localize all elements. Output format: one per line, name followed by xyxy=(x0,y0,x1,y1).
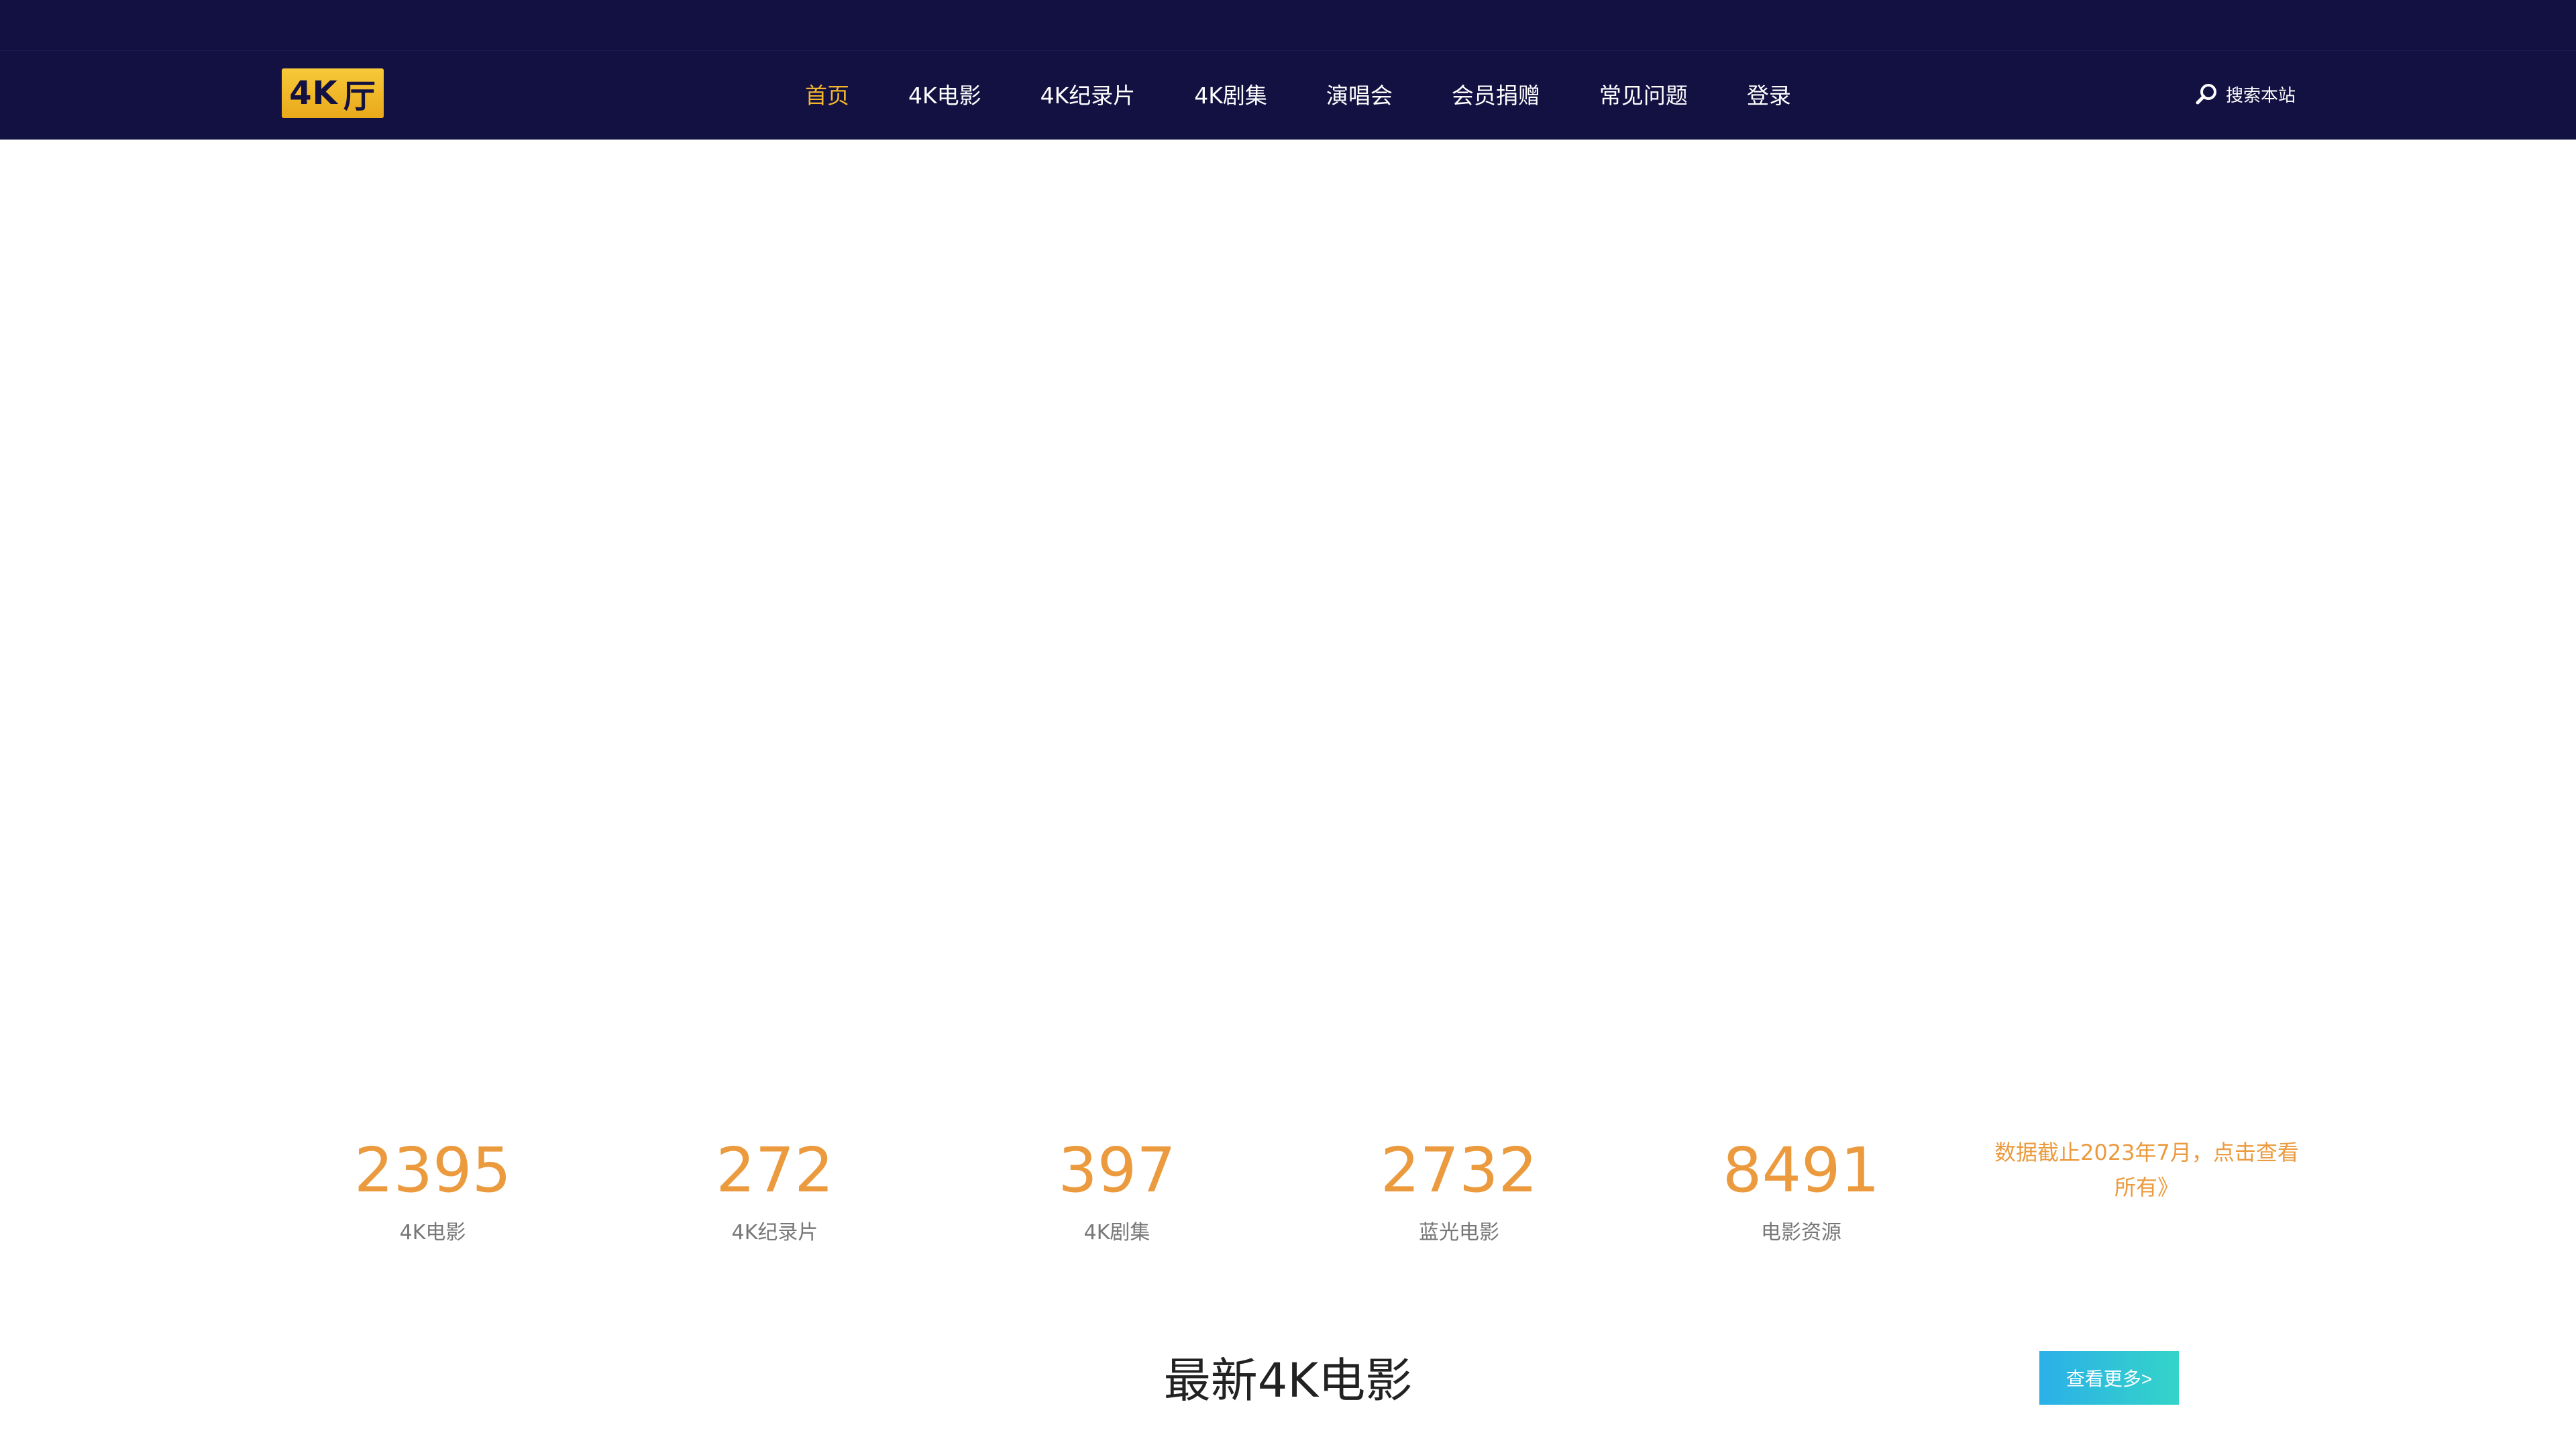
logo-text-ting: 厅 xyxy=(343,78,376,115)
header-top-strip xyxy=(0,0,2576,51)
nav-item-faq[interactable]: 常见问题 xyxy=(1599,78,1688,110)
search-icon xyxy=(2196,84,2216,105)
stat-label: 4K剧集 xyxy=(1083,1221,1150,1244)
stat-value: 2732 xyxy=(1380,1134,1538,1206)
nav-item-4k-series[interactable]: 4K剧集 xyxy=(1194,78,1267,110)
stat-movie-resources: 8491 电影资源 xyxy=(1667,1134,1935,1246)
site-logo[interactable]: 4K 厅 xyxy=(282,68,384,118)
stat-4k-documentaries: 272 4K纪录片 xyxy=(641,1134,909,1246)
nav-item-login[interactable]: 登录 xyxy=(1747,78,1791,110)
stats-view-all-link[interactable]: 数据截止2023年7月，点击查看所有》 xyxy=(1992,1135,2301,1205)
stat-4k-series: 397 4K剧集 xyxy=(983,1134,1251,1246)
stat-label: 4K纪录片 xyxy=(731,1221,818,1244)
nav-item-4k-documentaries[interactable]: 4K纪录片 xyxy=(1040,78,1136,110)
stat-value: 8491 xyxy=(1722,1134,1880,1206)
section-title-latest-4k: 最新4K电影 xyxy=(1163,1353,1413,1408)
search-button[interactable]: 搜索本站 xyxy=(2195,79,2296,109)
banner-area xyxy=(0,140,2576,1106)
main-nav: 首页 4K电影 4K纪录片 4K剧集 演唱会 会员捐赠 常见问题 登录 xyxy=(805,74,1791,114)
stat-label: 电影资源 xyxy=(1761,1221,1841,1244)
view-more-button[interactable]: 查看更多> xyxy=(2039,1351,2179,1405)
stat-value: 272 xyxy=(716,1134,834,1206)
nav-item-concerts[interactable]: 演唱会 xyxy=(1326,78,1393,110)
stat-value: 2395 xyxy=(354,1134,512,1206)
logo-text-4k: 4K xyxy=(289,74,338,112)
nav-item-4k-movies[interactable]: 4K电影 xyxy=(908,78,981,110)
stat-4k-movies: 2395 4K电影 xyxy=(299,1134,567,1246)
stat-label: 蓝光电影 xyxy=(1419,1221,1499,1244)
nav-item-home[interactable]: 首页 xyxy=(805,78,849,110)
nav-item-member-donation[interactable]: 会员捐赠 xyxy=(1452,78,1540,110)
site-header: 4K 厅 首页 4K电影 4K纪录片 4K剧集 演唱会 会员捐赠 常见问题 登录… xyxy=(0,0,2576,140)
stat-bluray-movies: 2732 蓝光电影 xyxy=(1325,1134,1593,1246)
stat-label: 4K电影 xyxy=(399,1221,466,1244)
stat-value: 397 xyxy=(1058,1134,1176,1206)
search-label: 搜索本站 xyxy=(2226,85,2296,106)
